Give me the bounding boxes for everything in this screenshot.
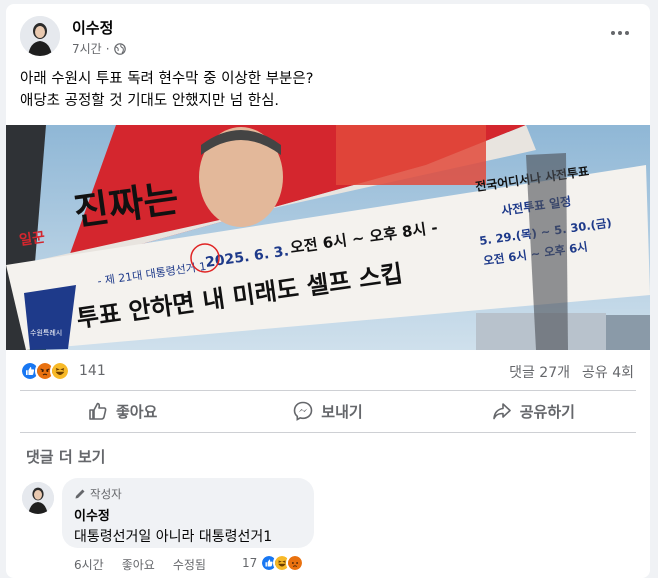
side-org: 수원특례시 [30, 328, 62, 337]
haha-reaction-icon [50, 361, 70, 381]
divider [20, 432, 636, 433]
pencil-icon [75, 489, 85, 499]
view-more-comments-link[interactable]: 댓글 더 보기 [26, 446, 105, 467]
person-icon [22, 482, 54, 514]
post-text: 아래 수원시 투표 독려 현수막 중 이상한 부분은? 애당초 공정할 것 기대… [20, 68, 630, 112]
send-button-label: 보내기 [321, 402, 363, 421]
ellipsis-icon [611, 31, 629, 35]
comment-reactions[interactable]: 17 [242, 554, 305, 572]
author-badge: 작성자 [74, 486, 302, 502]
person-icon [20, 16, 60, 56]
like-button[interactable]: 좋아요 [20, 395, 225, 427]
post-time[interactable]: 7시간 [72, 40, 102, 57]
comment-text: 대통령선거일 아니라 대통령선거1 [74, 529, 273, 545]
post-actions: 좋아요 보내기 공유하기 [20, 395, 636, 427]
share-button[interactable]: 공유하기 [431, 395, 636, 427]
angry-reaction-icon [286, 554, 305, 572]
post-text-line: 아래 수원시 투표 독려 현수막 중 이상한 부분은? [20, 71, 314, 87]
comment-author[interactable]: 이수정 [74, 505, 302, 524]
share-button-label: 공유하기 [519, 402, 575, 421]
post-photo[interactable]: 진짜는 일꾼 - 제 21대 대통령선거 1 2025. 6. 3. 오전 6시… [6, 125, 650, 350]
reaction-summary[interactable]: 141 [20, 361, 106, 381]
send-button[interactable]: 보내기 [225, 395, 430, 427]
post-text-line: 애당초 공정할 것 기대도 안했지만 넘 한심. [20, 93, 280, 109]
comment-bubble: 작성자 이수정 대통령선거일 아니라 대통령선거1 [62, 478, 314, 548]
author-badge-label: 작성자 [90, 487, 122, 501]
like-button-label: 좋아요 [115, 402, 158, 421]
banner-photo: 진짜는 일꾼 - 제 21대 대통령선거 1 2025. 6. 3. 오전 6시… [6, 125, 650, 350]
comment-edited-label[interactable]: 수정됨 [173, 556, 206, 573]
commenter-avatar[interactable] [22, 482, 54, 514]
post-meta: 7시간 · [72, 40, 126, 57]
share-count-link[interactable]: 공유 4회 [582, 362, 634, 382]
comment-reaction-count: 17 [242, 556, 258, 570]
reaction-count: 141 [79, 363, 106, 379]
globe-icon [113, 42, 126, 55]
share-arrow-icon [492, 403, 511, 420]
thumbs-up-icon [89, 402, 107, 420]
comment-time[interactable]: 6시간 [74, 556, 104, 573]
post-card: 이수정 7시간 · 아래 수원시 투표 독려 현수막 중 이상한 부분은? 애당… [6, 4, 650, 578]
post-author[interactable]: 이수정 [72, 17, 113, 38]
comment-count-link[interactable]: 댓글 27개 [509, 362, 570, 382]
post-counts: 댓글 27개 공유 4회 [509, 362, 634, 382]
messenger-icon [293, 401, 313, 421]
comment-like-button[interactable]: 좋아요 [122, 556, 155, 573]
divider [20, 390, 636, 391]
more-options-button[interactable] [608, 24, 632, 42]
comment-meta: 6시간 좋아요 수정됨 [74, 556, 206, 573]
author-avatar[interactable] [20, 16, 60, 56]
